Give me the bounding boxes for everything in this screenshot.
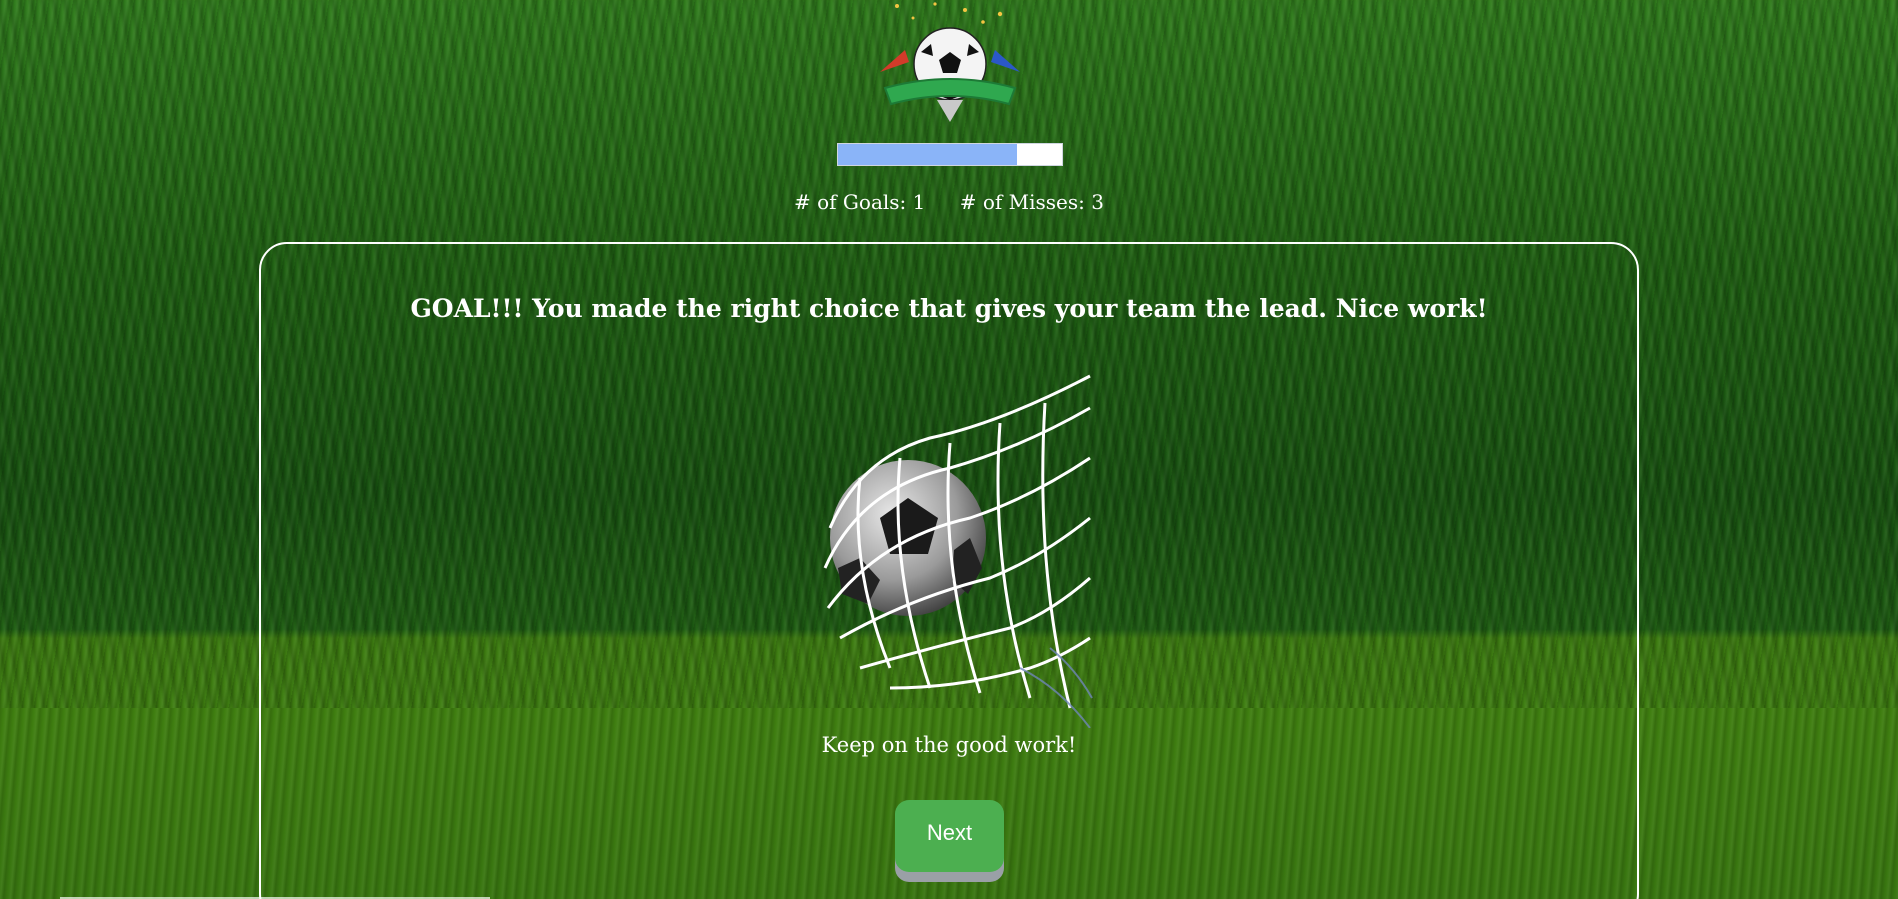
misses-count: # of Misses: 3 bbox=[959, 190, 1104, 214]
progress-bar-fill bbox=[838, 144, 1018, 165]
soccer-trophy-logo-icon bbox=[880, 2, 1020, 122]
ball-in-net-icon bbox=[823, 374, 1093, 728]
result-headline: GOAL!!! You made the right choice that g… bbox=[410, 294, 1488, 323]
goals-count: # of Goals: 1 bbox=[794, 190, 926, 214]
next-button[interactable]: Next bbox=[895, 800, 1004, 872]
encouragement-text: Keep on the good work! bbox=[821, 733, 1077, 757]
progress-bar bbox=[837, 143, 1063, 166]
score-stats: # of Goals: 1 # of Misses: 3 bbox=[0, 190, 1898, 214]
